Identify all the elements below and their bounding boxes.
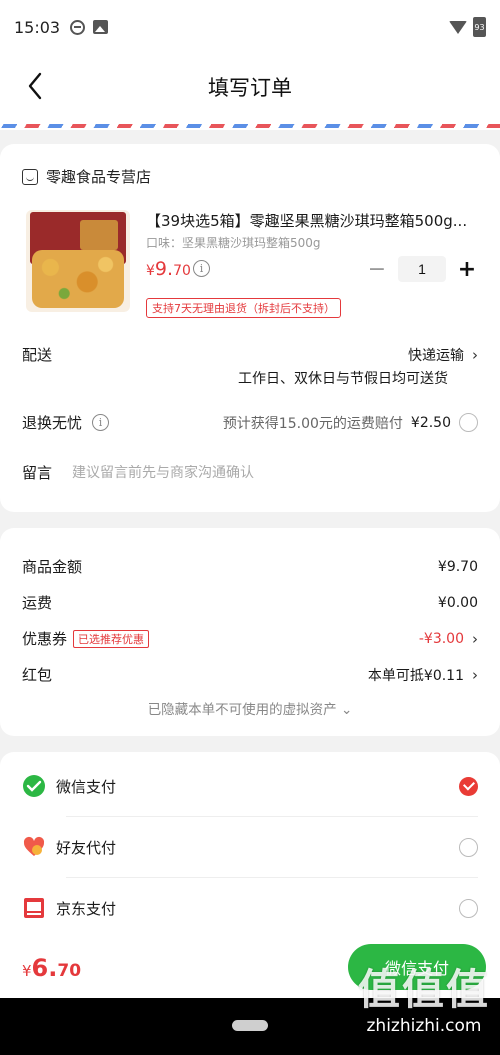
product-image[interactable]: [26, 210, 130, 312]
status-bar: 15:03 93: [0, 0, 500, 54]
return-worry-radio[interactable]: [459, 413, 478, 432]
nav-bar: 填写订单: [0, 54, 500, 120]
watermark-logo-text: 值值值: [357, 965, 490, 1014]
wechat-pay-icon: [23, 775, 45, 797]
address-stripe: [0, 120, 500, 130]
jd-pay-icon: [24, 898, 44, 918]
product-price: ¥ 9. 70: [146, 258, 191, 280]
total-currency: ¥: [22, 962, 32, 980]
page-title: 填写订单: [208, 76, 292, 100]
chevron-right-icon: ›: [472, 345, 478, 364]
delivery-method-wrap: 快递运输 ›: [408, 345, 478, 365]
payment-option-label: 好友代付: [56, 838, 117, 857]
total-integer: 6.: [31, 954, 58, 982]
watermark-domain: zhizhizhi.com: [366, 1016, 482, 1036]
product-candy-graphic: [32, 250, 124, 308]
payment-option-friend[interactable]: 好友代付: [22, 817, 478, 877]
hidden-assets-toggle[interactable]: 已隐藏本单不可使用的虚拟资产 ⌄: [0, 698, 500, 718]
note-row: 留言: [22, 462, 478, 483]
watermark: 值值值 zhizhizhi.com: [358, 964, 490, 1036]
redpacket-row[interactable]: 红包 本单可抵¥0.11 ›: [22, 664, 478, 685]
coupon-tag: 已选推荐优惠: [73, 629, 150, 648]
redpacket-label: 红包: [22, 666, 53, 684]
price-currency: ¥: [146, 263, 155, 279]
back-icon[interactable]: [22, 70, 48, 102]
shop-icon: [22, 168, 38, 185]
total-decimal: 70: [57, 961, 82, 981]
shipping-fee-row: 运费 ¥0.00: [22, 592, 478, 613]
return-worry-desc: 预计获得15.00元的运费赔付: [222, 415, 403, 432]
shipping-fee-label: 运费: [22, 594, 53, 612]
home-gesture-pill[interactable]: [232, 1020, 268, 1031]
battery-icon: 93: [473, 17, 486, 37]
payment-option-label: 微信支付: [56, 777, 117, 796]
return-policy-badge: 支持7天无理由退货（拆封后不支持）: [146, 298, 341, 318]
payment-radio[interactable]: [459, 837, 478, 857]
goods-amount-label: 商品金额: [22, 558, 83, 576]
shop-header[interactable]: 零趣食品专营店: [22, 166, 151, 187]
status-icons: [70, 19, 109, 35]
quantity-input[interactable]: [398, 256, 446, 282]
payment-radio-checked[interactable]: [459, 776, 478, 796]
return-worry-price: ¥2.50: [410, 414, 451, 431]
return-worry-right: 预计获得15.00元的运费赔付 ¥2.50: [223, 413, 478, 433]
wifi-icon: [449, 20, 467, 34]
coupon-label: 优惠券: [22, 630, 68, 648]
price-summary-card: 商品金额 ¥9.70 运费 ¥0.00 优惠券 已选推荐优惠 -¥3.00 › …: [0, 528, 500, 736]
redpacket-value-wrap: 本单可抵¥0.11 ›: [368, 665, 478, 685]
price-decimal: 70: [173, 263, 191, 279]
note-label: 留言: [22, 464, 53, 482]
delivery-method: 快递运输: [408, 347, 464, 364]
airmail-stripe-decoration: [0, 124, 500, 128]
chevron-right-icon: ›: [472, 629, 478, 648]
chevron-right-icon: ›: [472, 665, 478, 684]
order-item-card: 零趣食品专营店 【39块选5箱】零趣坚果黑糖沙琪玛整箱500g... 口味：坚果…: [0, 144, 500, 512]
coupon-row[interactable]: 优惠券 已选推荐优惠 -¥3.00 ›: [22, 628, 478, 649]
shop-name: 零趣食品专营店: [46, 168, 152, 186]
payment-radio[interactable]: [459, 898, 478, 918]
do-not-disturb-icon: [70, 19, 86, 35]
delivery-row[interactable]: 配送 快递运输 ›: [22, 344, 478, 365]
coupon-value: -¥3.00: [418, 630, 464, 647]
order-total: ¥ 6. 70: [22, 954, 81, 982]
status-right: 93: [449, 17, 486, 37]
shipping-fee-value: ¥0.00: [437, 594, 478, 611]
return-worry-label: 退换无忧: [22, 414, 83, 432]
price-integer: 9.: [154, 258, 174, 280]
payment-option-wechat[interactable]: 微信支付: [22, 756, 478, 816]
product-title[interactable]: 【39块选5箱】零趣坚果黑糖沙琪玛整箱500g...: [146, 210, 476, 231]
payment-methods-card: 微信支付 好友代付 京东支付: [0, 752, 500, 938]
price-info-icon[interactable]: i: [193, 260, 210, 277]
redpacket-value: 本单可抵¥0.11: [367, 667, 464, 684]
payment-option-jd[interactable]: 京东支付: [22, 878, 478, 938]
delivery-schedule: 工作日、双休日与节假日均可送货: [238, 371, 448, 387]
friend-pay-heart-icon: [23, 836, 45, 856]
quantity-stepper: − +: [366, 256, 478, 282]
payment-option-label: 京东支付: [56, 899, 117, 918]
coupon-value-wrap: -¥3.00 ›: [419, 630, 478, 648]
increase-quantity-button[interactable]: +: [456, 257, 478, 282]
product-variant: 口味：坚果黑糖沙琪玛整箱500g: [146, 236, 321, 250]
note-input[interactable]: [72, 464, 433, 481]
image-notification-icon: [93, 20, 109, 34]
status-time: 15:03: [14, 17, 61, 37]
return-worry-info-icon[interactable]: i: [92, 414, 110, 431]
decrease-quantity-button[interactable]: −: [366, 257, 388, 282]
delivery-label: 配送: [22, 346, 53, 364]
return-worry-row: 退换无忧 i 预计获得15.00元的运费赔付 ¥2.50: [22, 412, 478, 433]
goods-amount-row: 商品金额 ¥9.70: [22, 556, 478, 577]
goods-amount-value: ¥9.70: [437, 558, 478, 575]
